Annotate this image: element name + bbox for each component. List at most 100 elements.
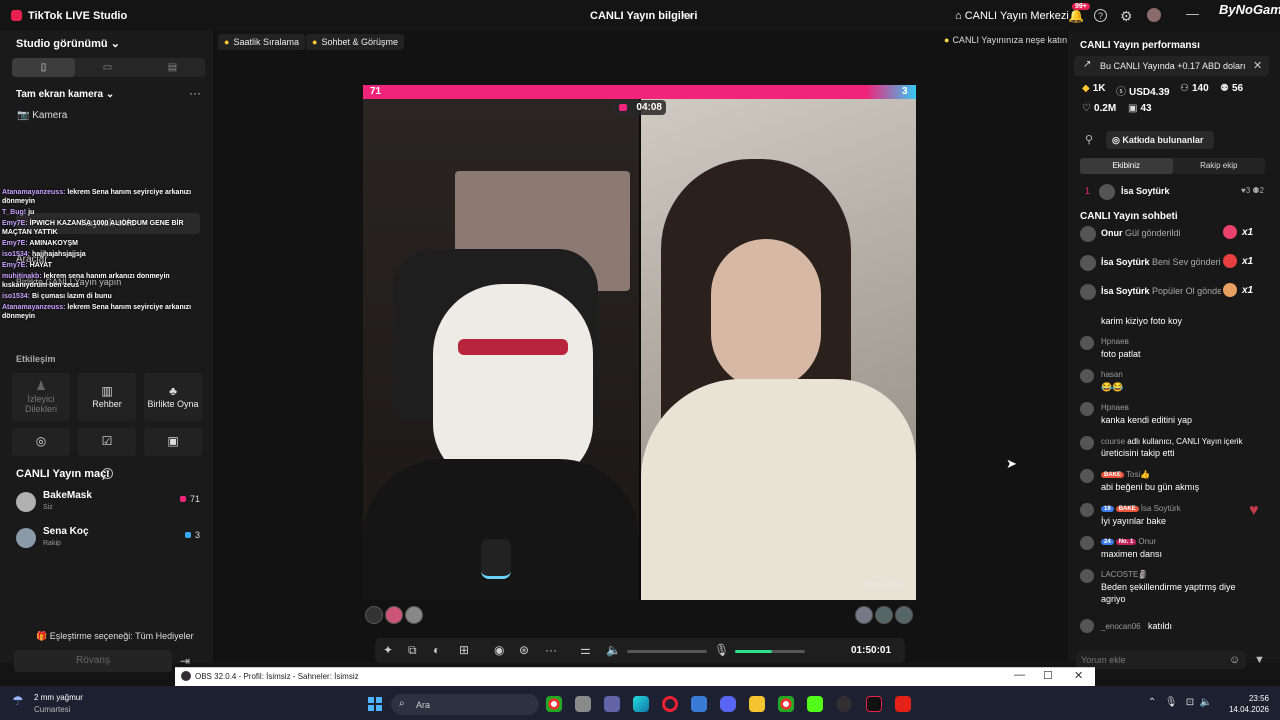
live-center-link[interactable]: ⌂ CANLI Yayın Merkezi [955, 10, 1069, 22]
checklist-icon: ☑ [101, 433, 113, 448]
emoji-icon[interactable]: ☺ [1229, 654, 1240, 666]
viewer-avatar[interactable] [385, 606, 403, 624]
discord-icon[interactable] [720, 696, 736, 712]
rank-row[interactable]: 1 İsa Soytürk ♥3 ⚉2 [1082, 183, 1267, 201]
chrome-icon[interactable] [546, 696, 562, 712]
obs-maximize-icon[interactable]: ☐ [1043, 669, 1053, 682]
teams-icon[interactable] [604, 696, 620, 712]
guide-tile[interactable]: ▥ Rehber [78, 373, 136, 421]
tile-row2-a[interactable]: ◎ [12, 428, 70, 456]
comment-input[interactable]: Yorum ekle [1076, 651, 1246, 669]
layout-icon[interactable]: ⊞ [459, 643, 469, 657]
stat-value: USD4.39 [1129, 87, 1170, 98]
exit-match-icon[interactable]: ⇥ [180, 654, 190, 668]
tile-row2-c[interactable]: ▣ [144, 428, 202, 456]
overlay-chat-line: Emy7E: AMINAKOYŞM [2, 239, 207, 248]
multi-view-tab[interactable]: ▤ [140, 58, 205, 77]
obs-taskbar-icon[interactable] [836, 696, 852, 712]
filters-icon[interactable]: ◐ [433, 643, 440, 657]
viewer-avatar[interactable] [365, 606, 383, 624]
obs-minimize-icon[interactable]: — [1014, 669, 1025, 681]
player-name: Sena Koç [43, 526, 89, 537]
minimize-icon[interactable]: — [1186, 6, 1199, 21]
viewer-avatar[interactable] [855, 606, 873, 624]
message-text: Beden şekillendirme yaptrmş diye [1101, 582, 1236, 592]
match-help-icon[interactable]: ? [102, 468, 113, 479]
mouse-cursor-icon: ➤ [1006, 456, 1017, 471]
viewer-wishes-tile[interactable]: ♟ İzleyici Dilekleri [12, 373, 70, 421]
guide-label: Rehber [92, 398, 122, 409]
youtube-icon[interactable] [895, 696, 911, 712]
tile-row2-b[interactable]: ☑ [78, 428, 136, 456]
mail-icon[interactable] [691, 696, 707, 712]
camera-settings-icon[interactable]: ⊛ [519, 643, 529, 657]
edge-icon[interactable] [633, 696, 649, 712]
opera-icon[interactable] [662, 696, 678, 712]
volume-slider[interactable] [627, 650, 707, 653]
camera-source[interactable]: 📷 Kamera [17, 110, 67, 121]
profile-avatar[interactable] [1147, 8, 1161, 22]
message-user: Onur [1138, 537, 1157, 546]
match-title: CANLI Yayın maçı [16, 468, 110, 480]
viewer-avatar[interactable] [875, 606, 893, 624]
gift-count: x1 [1242, 256, 1254, 267]
fun-hint[interactable]: ● CANLI Yayınınıza neşe katın [944, 35, 1067, 45]
message-user: hasan [1101, 370, 1123, 379]
hourly-ranking-chip[interactable]: ● Saatlik Sıralama [218, 34, 305, 50]
team-tabs: Ekibiniz Rakip ekip [1080, 158, 1265, 174]
folder-icon[interactable] [749, 696, 765, 712]
chip-label: Saatlik Sıralama [233, 37, 299, 47]
gift-row[interactable]: İsa Soytürk Popüler Ol gönderildi x1 [1080, 283, 1265, 303]
tiktok-taskbar-icon[interactable] [866, 696, 882, 712]
kick-icon[interactable] [807, 696, 823, 712]
avatar [1080, 469, 1094, 483]
patterned-jacket [641, 379, 916, 600]
effects-wand-icon[interactable]: ✦ [383, 643, 393, 657]
chat-call-chip[interactable]: ● Sohbet & Görüşme [306, 34, 404, 50]
share-icon[interactable]: ↪ [682, 9, 692, 23]
portrait-view-tab[interactable]: ▯ [12, 58, 75, 77]
match-player-row[interactable]: Sena Koç Rakip 3 [16, 526, 202, 554]
score-value: 71 [189, 494, 200, 504]
viewer-avatar[interactable] [895, 606, 913, 624]
filter-icon[interactable]: ▼ [1254, 654, 1265, 666]
landscape-view-tab[interactable]: ▭ [75, 58, 140, 77]
scene-dropdown[interactable]: Tam ekran kamera ⌄ [16, 89, 114, 100]
more-icon[interactable]: ··· [545, 643, 557, 657]
gift-row[interactable]: Onur Gül gönderildi x1 [1080, 225, 1265, 245]
studio-view-dropdown[interactable]: Studio görünümü ⌄ [16, 37, 120, 50]
rematch-button[interactable]: Rövanş [14, 650, 172, 672]
gift-option-label: Eşleştirme seçeneği: Tüm Hediyeler [49, 631, 194, 641]
chrome-icon[interactable] [778, 696, 794, 712]
help-icon[interactable]: ? [1094, 9, 1107, 22]
bell-icon[interactable]: 🔔 [1068, 8, 1084, 24]
speaker-icon[interactable]: 🔈 [606, 643, 621, 657]
gear-icon[interactable]: ⚙ [1120, 8, 1133, 25]
tab-opponent-team[interactable]: Rakip ekip [1173, 158, 1266, 174]
avatar [1080, 226, 1096, 242]
play-together-tile[interactable]: ♣ Birlikte Oyna [144, 373, 202, 421]
store-icon[interactable] [575, 696, 591, 712]
sliders-icon[interactable]: ⚌ [580, 643, 591, 657]
clock-time[interactable]: 23:56 [1229, 694, 1269, 703]
gift-row[interactable]: İsa Soytürk Beni Sev gönderildi x1 [1080, 254, 1265, 274]
rain-icon[interactable]: ☂ [12, 693, 24, 709]
contributors-button[interactable]: ◎ Katkıda bulunanlar [1106, 131, 1214, 149]
match-player-row[interactable]: BakeMask Siz 71 [16, 490, 202, 518]
record-icon[interactable]: ◉ [494, 643, 504, 657]
taskbar-search[interactable] [391, 694, 539, 715]
start-icon[interactable] [368, 697, 382, 711]
more-options-icon[interactable]: ··· [189, 86, 201, 100]
close-icon[interactable]: ✕ [1253, 59, 1262, 72]
obs-close-icon[interactable]: ✕ [1074, 669, 1083, 682]
screen-share-icon[interactable]: ⧉ [408, 643, 417, 658]
gift-option[interactable]: 🎁 Eşleştirme seçeneği: Tüm Hediyeler [36, 631, 194, 642]
tab-your-team[interactable]: Ekibiniz [1080, 158, 1173, 174]
search-placeholder: Ara [416, 700, 431, 710]
message-user-line: course adlı kullanıcı, CANLI Yayın içeri… [1101, 437, 1243, 446]
viewer-avatar[interactable] [405, 606, 423, 624]
player-score: 71 [179, 494, 200, 504]
user-add-icon[interactable]: ⚲ [1085, 133, 1093, 146]
microphone-icon[interactable]: 🎙 [714, 643, 729, 657]
clock-date[interactable]: 14.04.2026 [1199, 705, 1269, 714]
